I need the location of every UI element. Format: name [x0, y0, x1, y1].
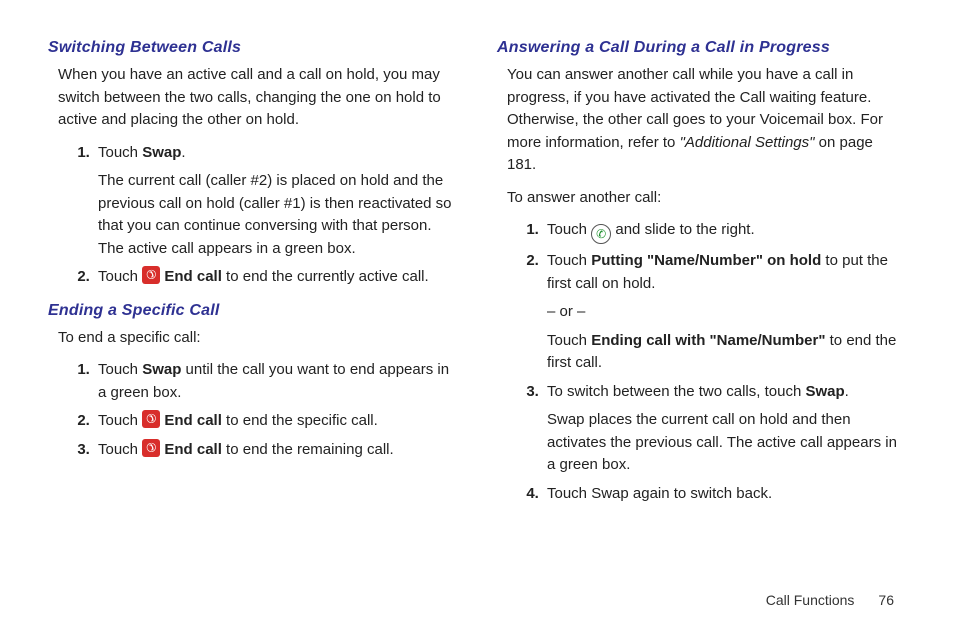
- step-text: and slide to the right.: [611, 221, 754, 238]
- step-text: Touch: [98, 441, 142, 458]
- footer-section-name: Call Functions: [766, 592, 855, 608]
- or-separator: – or –: [547, 301, 906, 324]
- swap-label: Swap: [805, 383, 844, 400]
- step-item: Touch End call to end the currently acti…: [94, 266, 457, 289]
- step-text: Touch: [98, 144, 142, 161]
- step-text: .: [181, 144, 185, 161]
- ending-call-with-label: Ending call with "Name/Number": [591, 332, 825, 349]
- heading-switching-between-calls: Switching Between Calls: [48, 36, 457, 60]
- step-subtext: The current call (caller #2) is placed o…: [98, 170, 457, 260]
- end-call-icon: [142, 266, 160, 284]
- right-column: Answering a Call During a Call in Progre…: [497, 36, 906, 616]
- step-text: to end the specific call.: [222, 412, 378, 429]
- footer-page-number: 76: [878, 592, 894, 608]
- step-text: Touch: [547, 221, 591, 238]
- step-item: Touch Putting "Name/Number" on hold to p…: [543, 250, 906, 375]
- step-text: To switch between the two calls, touch: [547, 383, 805, 400]
- step-text: Touch: [98, 412, 142, 429]
- end-call-icon: [142, 439, 160, 457]
- step-subtext: Swap places the current call on hold and…: [547, 409, 906, 477]
- step-item: Touch Swap. The current call (caller #2)…: [94, 142, 457, 261]
- step-text: Touch: [98, 268, 142, 285]
- intro-ending: To end a specific call:: [58, 327, 457, 350]
- steps-switching: Touch Swap. The current call (caller #2)…: [48, 142, 457, 289]
- cross-reference: "Additional Settings": [680, 134, 815, 151]
- step-item: Touch Swap until the call you want to en…: [94, 359, 457, 404]
- step-text: to end the remaining call.: [222, 441, 394, 458]
- end-call-label: End call: [160, 412, 222, 429]
- step-alt: Touch Ending call with "Name/Number" to …: [547, 330, 906, 375]
- lead-answering: To answer another call:: [507, 187, 906, 210]
- step-item: Touch Swap again to switch back.: [543, 483, 906, 506]
- manual-page: Switching Between Calls When you have an…: [0, 0, 954, 636]
- answer-call-icon: ✆: [591, 224, 611, 244]
- step-item: Touch ✆ and slide to the right.: [543, 219, 906, 244]
- intro-answering: You can answer another call while you ha…: [507, 64, 906, 177]
- step-text: Touch Swap again to switch back.: [547, 485, 772, 502]
- step-text: to end the currently active call.: [222, 268, 429, 285]
- step-text: Touch: [98, 361, 142, 378]
- intro-switching: When you have an active call and a call …: [58, 64, 457, 132]
- step-text: .: [845, 383, 849, 400]
- steps-ending: Touch Swap until the call you want to en…: [48, 359, 457, 461]
- end-call-label: End call: [160, 441, 222, 458]
- step-item: Touch End call to end the remaining call…: [94, 439, 457, 462]
- step-item: To switch between the two calls, touch S…: [543, 381, 906, 477]
- two-column-layout: Switching Between Calls When you have an…: [48, 36, 906, 616]
- page-footer: Call Functions 76: [766, 592, 894, 608]
- swap-label: Swap: [142, 144, 181, 161]
- putting-on-hold-label: Putting "Name/Number" on hold: [591, 252, 821, 269]
- end-call-label: End call: [160, 268, 222, 285]
- step-item: Touch End call to end the specific call.: [94, 410, 457, 433]
- swap-label: Swap: [142, 361, 181, 378]
- left-column: Switching Between Calls When you have an…: [48, 36, 457, 616]
- steps-answering: Touch ✆ and slide to the right. Touch Pu…: [497, 219, 906, 505]
- heading-answering-call-in-progress: Answering a Call During a Call in Progre…: [497, 36, 906, 60]
- heading-ending-specific-call: Ending a Specific Call: [48, 299, 457, 323]
- step-text: Touch: [547, 252, 591, 269]
- end-call-icon: [142, 410, 160, 428]
- step-text: Touch: [547, 332, 591, 349]
